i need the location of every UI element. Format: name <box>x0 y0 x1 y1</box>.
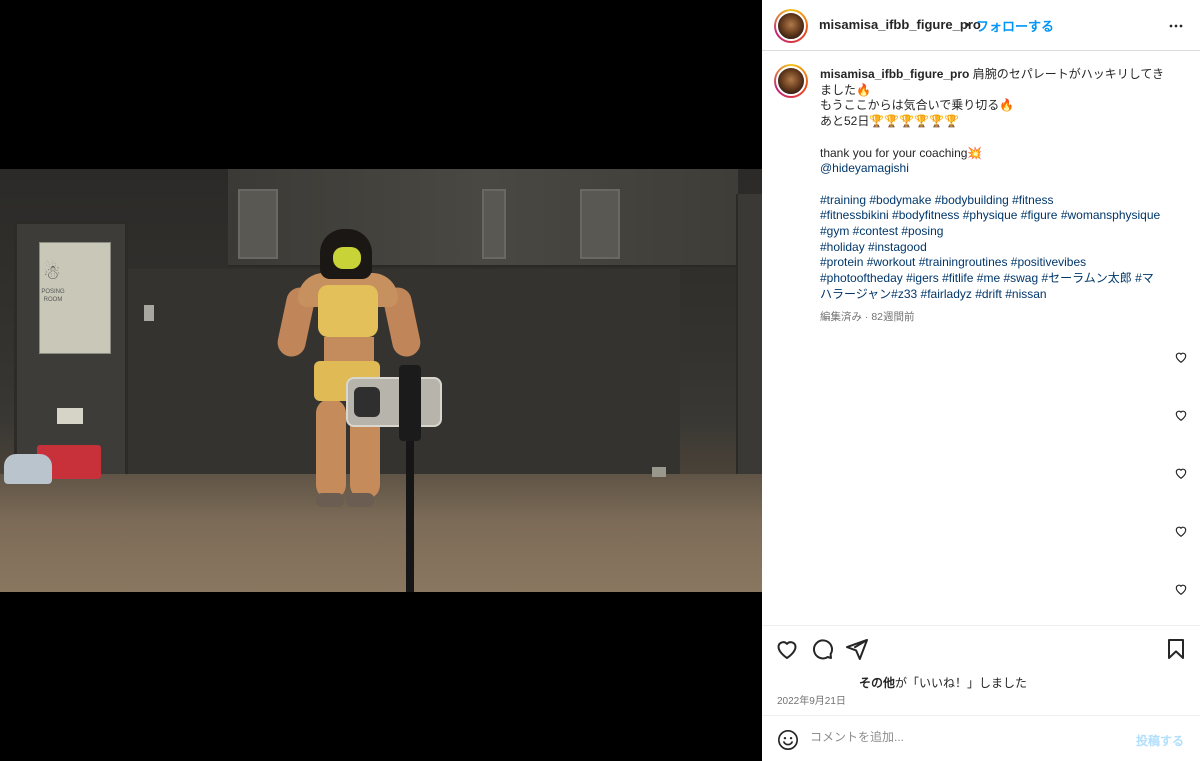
likes-summary: その他が「いいね！」しました <box>859 674 1027 691</box>
caption-line: あと52日🏆🏆🏆🏆🏆🏆 <box>820 114 959 129</box>
avatar-image <box>776 11 806 41</box>
room-door: ☃ POSING ROOM <box>14 221 128 479</box>
comment-bubble-icon[interactable] <box>810 637 834 661</box>
mirror-reflection <box>580 189 620 259</box>
wall-outlet <box>652 467 666 477</box>
hashtag-line[interactable]: #protein #workout #trainingroutines #pos… <box>820 255 1180 271</box>
caption-avatar[interactable] <box>774 64 808 98</box>
athlete-shoe <box>346 493 374 507</box>
athlete-leg <box>316 399 346 499</box>
caption-text: 肩腕のセパレートがハッキリしてき <box>972 67 1165 81</box>
comment-like-heart-icon[interactable] <box>1174 524 1188 538</box>
action-bar-divider <box>762 625 1200 626</box>
caption-line: thank you for your coaching💥 <box>820 145 983 160</box>
tripod-head <box>399 365 421 441</box>
follow-button[interactable]: フォローする <box>976 16 1054 35</box>
comment-like-heart-icon[interactable] <box>1174 408 1188 422</box>
comment-like-heart-icon[interactable] <box>1174 466 1188 480</box>
caption-meta: 編集済み · 82週間前 <box>820 311 915 323</box>
hashtag-line[interactable]: #photooftheday #igers #fitlife #me #swag… <box>820 271 1180 287</box>
comment-like-heart-icon[interactable] <box>1174 582 1188 596</box>
like-heart-icon[interactable] <box>775 637 799 661</box>
hashtag-line[interactable]: ハラージャン#z33 #fairladyz #drift #nissan <box>820 287 1180 303</box>
water-bottle <box>4 454 52 484</box>
caption-line: もうここからは気合いで乗り切る🔥 <box>820 98 1015 113</box>
save-bookmark-icon[interactable] <box>1164 637 1188 661</box>
emoji-smiley-icon[interactable] <box>777 729 799 751</box>
comment-bar: 投稿する <box>762 715 1200 761</box>
comment-input[interactable] <box>810 730 1110 744</box>
hashtag-line[interactable]: #fitnessbikini #bodyfitness #physique #f… <box>820 208 1180 224</box>
phone-camera <box>354 387 380 417</box>
door-sign-text: POSING ROOM <box>41 289 65 303</box>
side-door <box>736 194 762 504</box>
header-username[interactable]: misamisa_ifbb_figure_pro <box>819 17 981 32</box>
mirror-reflection <box>482 189 506 259</box>
post-date[interactable]: 2022年9月21日 <box>777 692 846 707</box>
comment-like-heart-icon[interactable] <box>1174 350 1188 364</box>
more-options-icon[interactable] <box>1166 16 1186 36</box>
caption-line: ました🔥 <box>820 82 871 97</box>
post-sidebar: misamisa_ifbb_figure_pro • フォローする misami… <box>762 0 1200 761</box>
wall-switch <box>144 305 154 321</box>
avatar-image <box>776 66 806 96</box>
post-caption: misamisa_ifbb_figure_pro 肩腕のセパレートがハッキリして… <box>820 67 1180 303</box>
caption-username[interactable]: misamisa_ifbb_figure_pro <box>820 67 969 81</box>
instagram-post-modal: ☃ POSING ROOM misamisa_ifbb_figure_pro •… <box>0 0 1200 761</box>
athlete-top <box>318 285 378 337</box>
hashtag-line[interactable]: #gym #contest #posing <box>820 224 1180 240</box>
door-plate <box>57 408 83 424</box>
caption-line: misamisa_ifbb_figure_pro 肩腕のセパレートがハッキリして… <box>820 67 1180 83</box>
header-separator: • <box>965 17 970 32</box>
athlete-shoe <box>316 493 344 507</box>
post-header: misamisa_ifbb_figure_pro • フォローする <box>762 0 1200 51</box>
mirror-reflection <box>238 189 278 259</box>
mention-link[interactable]: @hideyamagishi <box>820 161 1180 177</box>
share-paper-plane-icon[interactable] <box>845 637 869 661</box>
athlete-waist <box>324 337 374 363</box>
post-photo: ☃ POSING ROOM <box>0 169 762 592</box>
post-media[interactable]: ☃ POSING ROOM <box>0 0 762 761</box>
hashtag-line[interactable]: #training #bodymake #bodybuilding #fitne… <box>820 193 1180 209</box>
likes-suffix: が「いいね！」しました <box>895 676 1028 690</box>
avatar[interactable] <box>774 9 808 43</box>
tripod-pole <box>406 439 414 592</box>
smartphone-on-tripod <box>346 377 442 427</box>
post-comment-button[interactable]: 投稿する <box>1136 732 1184 749</box>
hashtag-line[interactable]: #holiday #instagood <box>820 240 1180 256</box>
likes-others-link[interactable]: その他 <box>859 676 895 690</box>
athlete-mask <box>333 247 361 269</box>
person-pictogram-icon: ☃ <box>43 260 61 284</box>
